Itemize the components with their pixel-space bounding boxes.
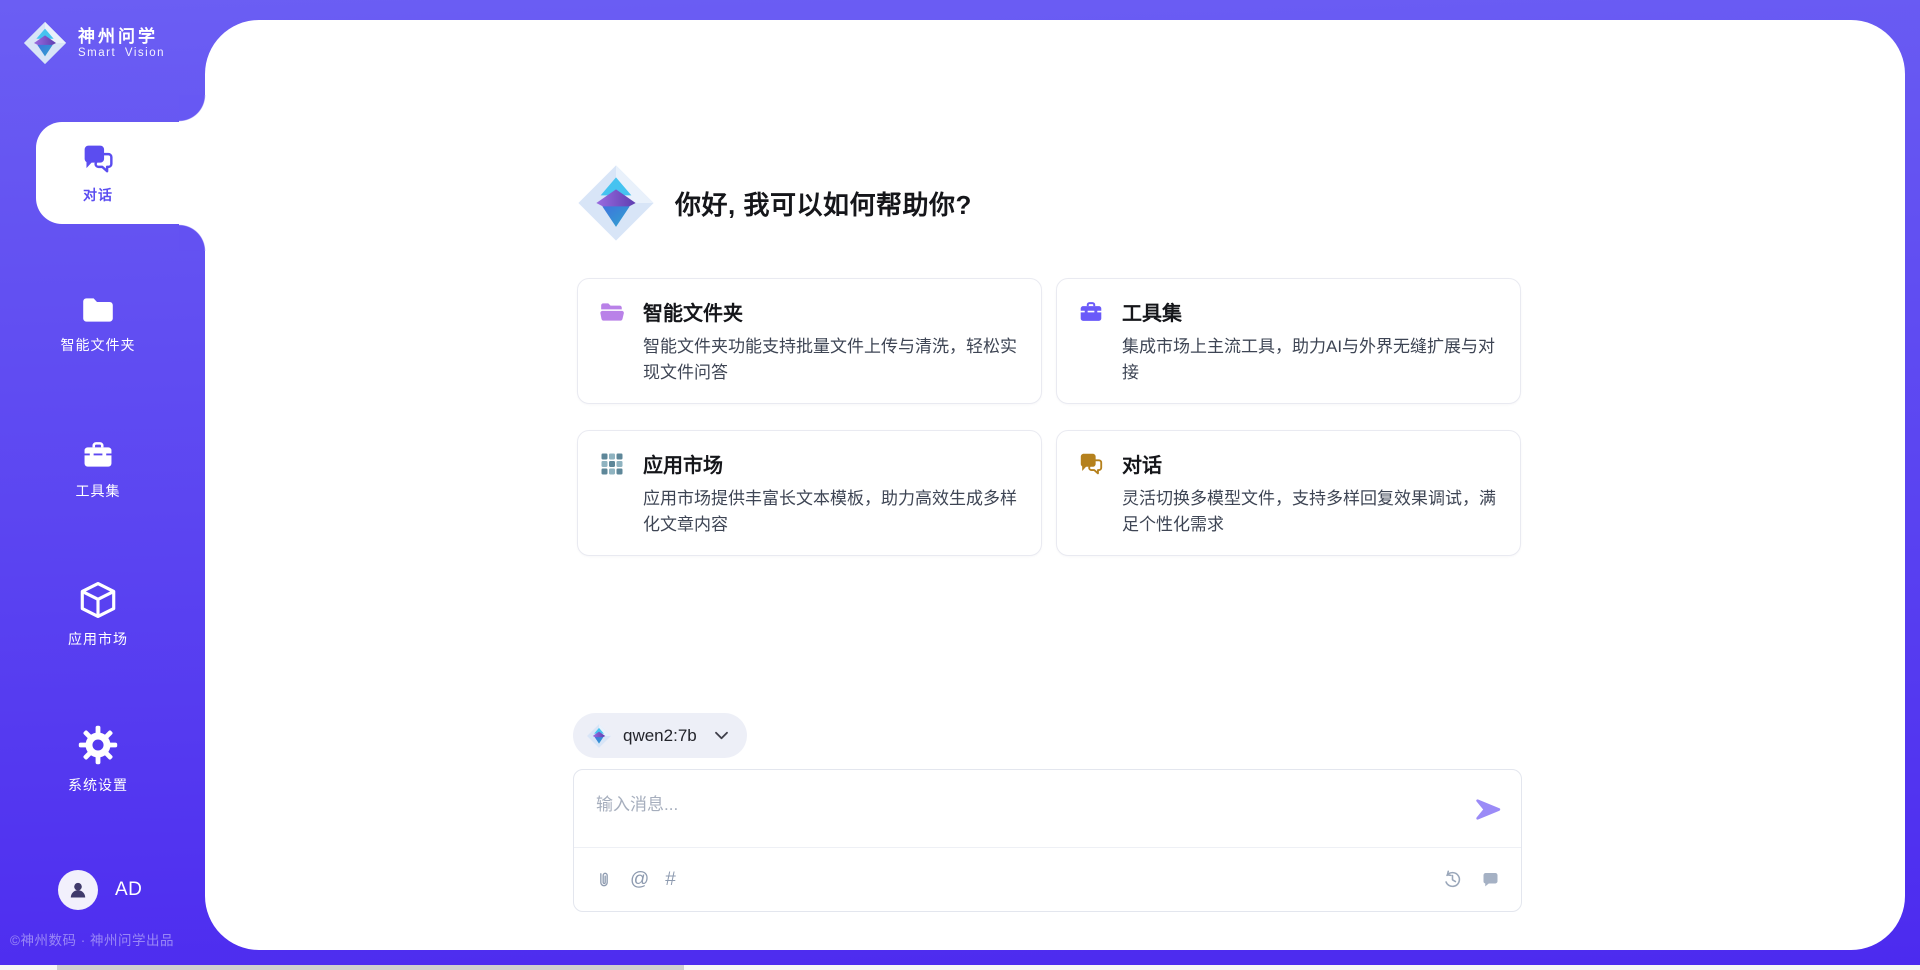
horizontal-scrollbar-thumb[interactable] bbox=[57, 965, 684, 970]
message-input[interactable] bbox=[574, 770, 1434, 840]
card-description: 应用市场提供丰富长文本模板，助力高效生成多样化文章内容 bbox=[643, 486, 1017, 538]
sidebar-item-label: 智能文件夹 bbox=[61, 335, 136, 355]
sidebar-item-toolset[interactable]: 工具集 bbox=[0, 438, 196, 501]
brand-gem-icon bbox=[22, 20, 68, 66]
card-toolset[interactable]: 工具集 集成市场上主流工具，助力AI与外界无缝扩展与对接 bbox=[1056, 278, 1521, 404]
model-selector[interactable]: qwen2:7b bbox=[573, 713, 747, 758]
hash-icon[interactable]: # bbox=[665, 870, 676, 889]
card-title: 对话 bbox=[1122, 449, 1162, 478]
sidebar-item-chat[interactable]: 对话 bbox=[0, 142, 196, 205]
grid-icon bbox=[599, 451, 625, 477]
toolbox-icon bbox=[1078, 299, 1104, 325]
paperclip-icon[interactable] bbox=[594, 869, 614, 891]
greeting-title: 你好, 我可以如何帮助你? bbox=[675, 185, 972, 222]
card-description: 智能文件夹功能支持批量文件上传与清洗，轻松实现文件问答 bbox=[643, 334, 1017, 386]
horizontal-scrollbar-track[interactable] bbox=[0, 965, 1920, 970]
chat-icon bbox=[1078, 451, 1104, 477]
card-title: 智能文件夹 bbox=[643, 297, 743, 326]
card-title: 工具集 bbox=[1122, 297, 1182, 326]
gear-icon bbox=[77, 724, 119, 766]
sidebar-item-smart-folder[interactable]: 智能文件夹 bbox=[0, 294, 196, 355]
model-name: qwen2:7b bbox=[623, 726, 697, 746]
folder-icon bbox=[599, 300, 625, 324]
model-gem-icon bbox=[586, 723, 612, 749]
send-icon[interactable] bbox=[1475, 796, 1502, 823]
folder-icon bbox=[80, 294, 116, 326]
chat-square-icon[interactable] bbox=[1480, 869, 1501, 890]
copyright-footer: ©神州数码 · 神州问学出品 bbox=[10, 929, 174, 949]
card-description: 灵活切换多模型文件，支持多样回复效果调试，满足个性化需求 bbox=[1122, 486, 1496, 538]
sidebar-item-app-market[interactable]: 应用市场 bbox=[0, 580, 196, 649]
at-icon[interactable]: @ bbox=[630, 870, 649, 889]
sidebar-item-label: 工具集 bbox=[76, 481, 121, 501]
feature-cards: 智能文件夹 智能文件夹功能支持批量文件上传与清洗，轻松实现文件问答 工具集 集成… bbox=[577, 278, 1521, 556]
card-smart-folder[interactable]: 智能文件夹 智能文件夹功能支持批量文件上传与清洗，轻松实现文件问答 bbox=[577, 278, 1042, 404]
composer-toolbar: @ # bbox=[574, 847, 1521, 911]
app-logo: 神州问学 Smart Vision bbox=[22, 20, 165, 66]
chat-icon bbox=[81, 142, 115, 176]
brand-name: 神州问学 bbox=[78, 27, 165, 47]
card-app-market[interactable]: 应用市场 应用市场提供丰富长文本模板，助力高效生成多样化文章内容 bbox=[577, 430, 1042, 556]
message-composer: @ # bbox=[573, 769, 1522, 912]
notch-fillet-bottom bbox=[179, 224, 206, 251]
card-title: 应用市场 bbox=[643, 449, 723, 478]
cube-icon bbox=[78, 580, 118, 620]
notch-fillet-top bbox=[179, 95, 206, 122]
sidebar-item-label: 对话 bbox=[83, 185, 113, 205]
history-icon[interactable] bbox=[1441, 868, 1464, 891]
greeting-row: 你好, 我可以如何帮助你? bbox=[575, 160, 972, 246]
card-chat[interactable]: 对话 灵活切换多模型文件，支持多样回复效果调试，满足个性化需求 bbox=[1056, 430, 1521, 556]
sidebar-item-settings[interactable]: 系统设置 bbox=[0, 724, 196, 795]
avatar[interactable] bbox=[58, 870, 98, 910]
chevron-down-icon bbox=[714, 730, 729, 741]
sidebar-item-label: 系统设置 bbox=[68, 775, 128, 795]
greeting-gem-icon bbox=[575, 162, 657, 244]
user-profile[interactable]: AD bbox=[58, 870, 142, 910]
user-name: AD bbox=[115, 879, 142, 901]
toolbox-icon bbox=[80, 438, 116, 472]
brand-tagline: Smart Vision bbox=[78, 47, 165, 59]
sidebar-item-label: 应用市场 bbox=[68, 629, 128, 649]
card-description: 集成市场上主流工具，助力AI与外界无缝扩展与对接 bbox=[1122, 334, 1496, 386]
